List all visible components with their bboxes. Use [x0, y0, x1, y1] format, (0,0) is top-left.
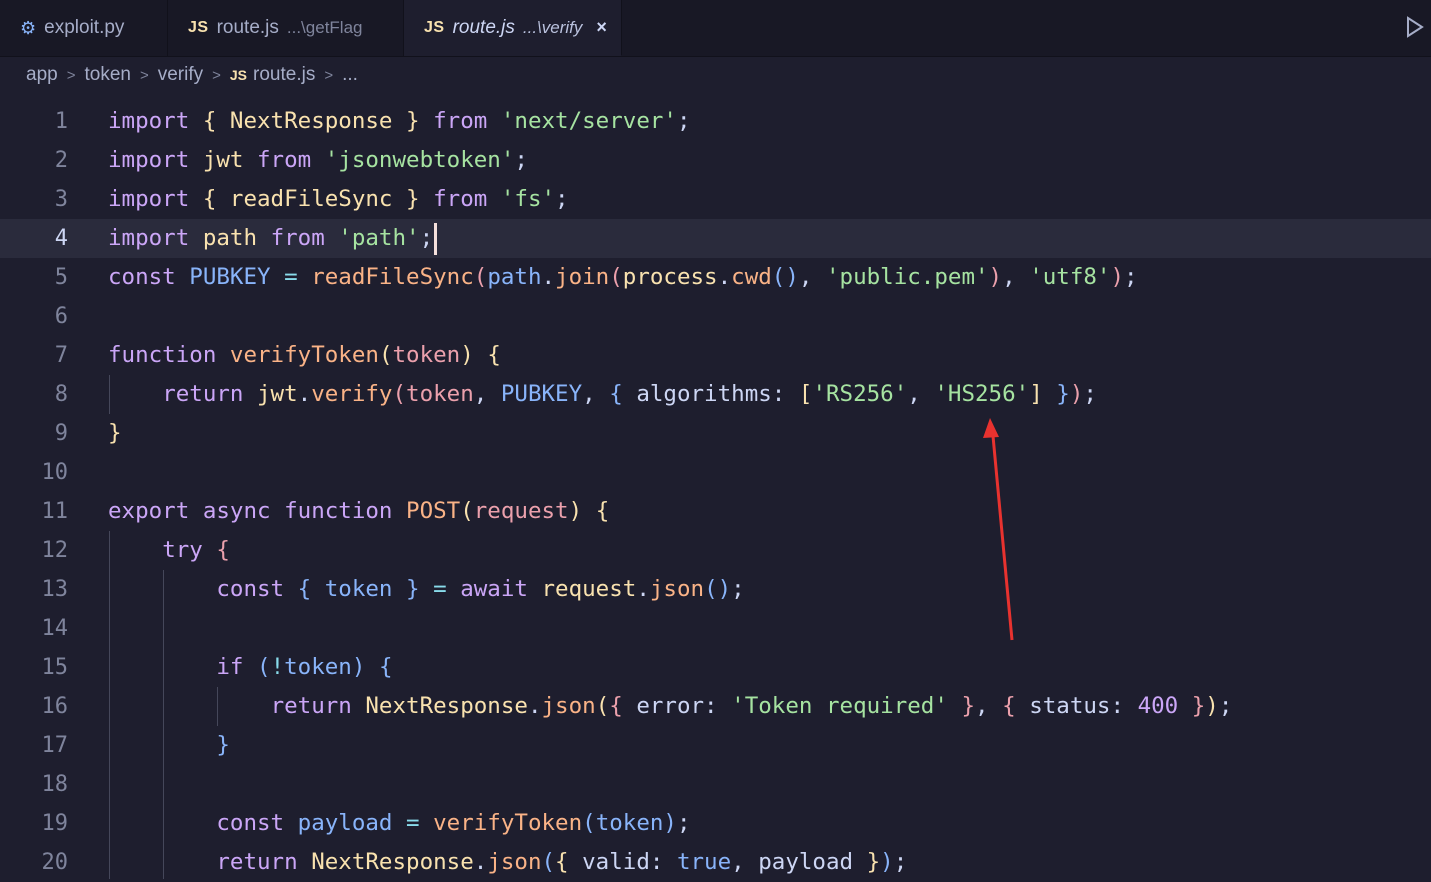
code-editor[interactable]: 1 import { NextResponse } from 'next/ser…	[0, 102, 1431, 879]
code-line: 2 import jwt from 'jsonwebtoken';	[0, 141, 1431, 180]
tab-description: ...\verify	[522, 17, 583, 37]
line-number: 18	[41, 772, 69, 797]
code-text: import jwt from 'jsonwebtoken';	[108, 147, 528, 173]
tab-route-js-verify[interactable]: JS route.js ...\verify ×	[404, 0, 622, 56]
line-number: 12	[41, 538, 69, 563]
code-line: 14	[0, 609, 1431, 648]
code-line: 19 const payload = verifyToken(token);	[0, 804, 1431, 843]
code-line: 7 function verifyToken(token) {	[0, 336, 1431, 375]
code-line: 20 return NextResponse.json({ valid: tru…	[0, 843, 1431, 882]
tab-label: route.js	[216, 17, 279, 38]
tab-bar: ⚙ exploit.py JS route.js ...\getFlag JS …	[0, 0, 1431, 57]
code-text: }	[108, 420, 122, 446]
line-number: 6	[54, 304, 68, 329]
breadcrumb-item-file[interactable]: route.js	[253, 64, 315, 86]
code-text: const payload = verifyToken(token);	[216, 810, 691, 836]
code-text: return jwt.verify(token, PUBKEY, { algor…	[162, 381, 1097, 407]
code-text: if (!token) {	[216, 654, 393, 680]
code-text: return NextResponse.json({ error: 'Token…	[270, 693, 1233, 719]
line-number: 8	[54, 382, 68, 407]
line-number: 3	[54, 187, 68, 212]
code-line: 1 import { NextResponse } from 'next/ser…	[0, 102, 1431, 141]
line-number: 7	[54, 343, 68, 368]
line-number: 19	[41, 811, 69, 836]
breadcrumb-item-token[interactable]: token	[84, 64, 130, 86]
code-line-current: 4 import path from 'path';	[0, 219, 1431, 258]
tab-label: route.js	[452, 16, 515, 38]
line-number: 4	[54, 226, 68, 251]
chevron-right-icon: >	[139, 66, 149, 84]
code-line: 11 export async function POST(request) {	[0, 492, 1431, 531]
code-text: const { token } = await request.json();	[216, 576, 745, 602]
line-number: 10	[41, 460, 69, 485]
code-text: export async function POST(request) {	[108, 498, 610, 524]
chevron-right-icon: >	[212, 66, 221, 84]
code-text: import { NextResponse } from 'next/serve…	[108, 108, 691, 134]
code-line: 16 return NextResponse.json({ error: 'To…	[0, 687, 1431, 726]
javascript-icon: JS	[424, 18, 445, 36]
run-icon[interactable]	[1405, 16, 1425, 43]
code-text: try {	[162, 537, 230, 563]
code-line: 3 import { readFileSync } from 'fs';	[0, 180, 1431, 219]
tab-label: exploit.py	[44, 17, 125, 38]
tab-exploit-py[interactable]: ⚙ exploit.py	[0, 0, 168, 56]
code-text: const PUBKEY = readFileSync(path.join(pr…	[108, 264, 1138, 290]
chevron-right-icon: >	[324, 66, 334, 84]
python-icon: ⚙	[20, 17, 37, 38]
close-icon[interactable]: ×	[596, 17, 607, 38]
code-text: return NextResponse.json({ valid: true, …	[216, 849, 908, 875]
code-line: 9 }	[0, 414, 1431, 453]
code-line: 8 return jwt.verify(token, PUBKEY, { alg…	[0, 375, 1431, 414]
code-line: 17 }	[0, 726, 1431, 765]
line-number: 17	[41, 733, 69, 758]
tab-route-js-getflag[interactable]: JS route.js ...\getFlag	[168, 0, 404, 56]
text-cursor	[434, 222, 438, 255]
chevron-right-icon: >	[66, 66, 76, 84]
line-number: 13	[41, 577, 69, 602]
code-text: import path from 'path';	[108, 219, 438, 258]
code-line: 5 const PUBKEY = readFileSync(path.join(…	[0, 258, 1431, 297]
code-line: 12 try {	[0, 531, 1431, 570]
line-number: 15	[41, 655, 69, 680]
javascript-icon: JS	[229, 67, 248, 83]
code-line: 13 const { token } = await request.json(…	[0, 570, 1431, 609]
code-text: import { readFileSync } from 'fs';	[108, 186, 569, 212]
line-number: 5	[54, 265, 68, 290]
line-number: 1	[54, 109, 68, 134]
line-number: 2	[54, 148, 68, 173]
code-text: function verifyToken(token) {	[108, 342, 501, 368]
breadcrumb: app > token > verify > JS route.js > ...	[0, 57, 1431, 93]
breadcrumb-item-verify[interactable]: verify	[158, 64, 203, 86]
code-line: 15 if (!token) {	[0, 648, 1431, 687]
line-number: 20	[41, 850, 69, 875]
tab-description: ...\getFlag	[286, 18, 363, 37]
line-number: 14	[41, 616, 69, 641]
line-number: 9	[54, 421, 68, 446]
code-line: 18	[0, 765, 1431, 804]
line-number: 11	[41, 499, 69, 524]
code-text: }	[216, 732, 230, 758]
javascript-icon: JS	[188, 19, 209, 36]
code-line: 6	[0, 297, 1431, 336]
breadcrumb-item-more[interactable]: ...	[342, 64, 358, 86]
breadcrumb-item-app[interactable]: app	[26, 64, 58, 86]
line-number: 16	[41, 694, 69, 719]
code-line: 10	[0, 453, 1431, 492]
